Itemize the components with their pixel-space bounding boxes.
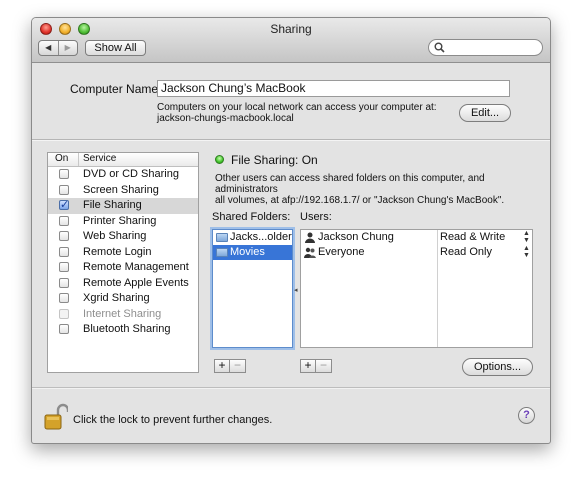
service-checkbox[interactable]: [59, 231, 69, 241]
title-bar: Sharing ◀ ▶ Show All: [32, 18, 550, 63]
services-rows: DVD or CD Sharing Screen Sharing ✓ File Sha…: [48, 167, 198, 338]
shared-folder-name: Movies: [230, 246, 265, 258]
user-row[interactable]: Jackson Chung Read & Write ▲ ▼: [301, 230, 532, 245]
shared-folders-add-remove: + −: [214, 359, 246, 373]
splitter-handle[interactable]: ◂: [294, 286, 298, 294]
popup-arrows-icon[interactable]: ▲ ▼: [523, 230, 530, 244]
show-all-button[interactable]: Show All: [85, 40, 146, 56]
users-table[interactable]: Jackson Chung Read & Write ▲ ▼ Everyone Read …: [300, 229, 533, 348]
shared-folders-label: Shared Folders:: [212, 211, 291, 223]
service-checkbox[interactable]: [59, 246, 69, 257]
add-folder-button[interactable]: +: [214, 359, 230, 373]
service-row[interactable]: Remote Apple Events: [48, 276, 198, 292]
search-input[interactable]: [428, 39, 543, 56]
status-text: File Sharing: On: [231, 153, 318, 167]
users-add-remove: + −: [300, 359, 332, 373]
lock-message: Click the lock to prevent further change…: [73, 414, 273, 426]
service-name: DVD or CD Sharing: [83, 168, 179, 180]
sharing-info-line: Other users can access shared folders on…: [215, 173, 485, 195]
service-name: Remote Login: [83, 245, 152, 258]
service-row[interactable]: ✓ File Sharing: [48, 198, 198, 214]
local-hostname: jackson-chungs-macbook.local: [157, 113, 294, 124]
service-name: Internet Sharing: [83, 307, 162, 320]
help-button[interactable]: ?: [518, 407, 535, 424]
user-name: Jackson Chung: [318, 231, 394, 243]
service-row[interactable]: Printer Sharing: [48, 214, 198, 230]
users-rows: Jackson Chung Read & Write ▲ ▼ Everyone Read …: [301, 230, 532, 260]
service-row[interactable]: Web Sharing: [48, 229, 198, 245]
services-list-header: On Service: [48, 153, 198, 167]
column-header-on[interactable]: On: [55, 153, 68, 165]
computer-address-description: Computers on your local network can acce…: [157, 102, 437, 124]
service-checkbox[interactable]: [59, 184, 69, 195]
status-indicator: [215, 155, 224, 164]
service-checkbox[interactable]: [59, 277, 69, 288]
service-name: File Sharing: [83, 199, 142, 211]
service-checkbox: [59, 308, 69, 319]
folder-icon: [216, 233, 228, 242]
popup-arrows-icon[interactable]: ▲ ▼: [523, 245, 530, 259]
sharing-address-line: all volumes, at afp://192.168.1.7/ or "J…: [215, 195, 505, 206]
service-row[interactable]: Internet Sharing: [48, 307, 198, 323]
search-icon: [434, 42, 445, 53]
permission-popup[interactable]: Read & Write: [440, 230, 505, 245]
service-checkbox[interactable]: [59, 169, 69, 179]
service-checkbox[interactable]: [59, 215, 69, 226]
options-button[interactable]: Options...: [462, 358, 533, 376]
shared-folders-rows: Jacks...older Movies: [213, 230, 292, 260]
add-user-button[interactable]: +: [300, 359, 316, 373]
sharing-window: Sharing ◀ ▶ Show All Computer Name: Jack…: [31, 17, 551, 444]
users-label: Users:: [300, 211, 332, 223]
permission-popup[interactable]: Read Only: [440, 245, 492, 260]
service-checkbox[interactable]: [59, 293, 69, 303]
computer-name-field[interactable]: Jackson Chung’s MacBook: [157, 80, 510, 97]
address-description-line: Computers on your local network can acce…: [157, 102, 437, 113]
user-name: Everyone: [318, 246, 365, 258]
column-separator: [78, 153, 79, 166]
service-checkbox[interactable]: [59, 262, 69, 272]
user-row[interactable]: Everyone Read Only ▲ ▼: [301, 245, 532, 260]
shared-folder-row[interactable]: Jacks...older: [213, 230, 292, 245]
shared-folder-name: Jacks...older: [230, 231, 292, 243]
lock-icon[interactable]: [44, 403, 70, 434]
service-name: Bluetooth Sharing: [83, 323, 171, 335]
divider: [32, 139, 550, 140]
back-button[interactable]: ◀: [39, 41, 58, 55]
service-row[interactable]: Bluetooth Sharing: [48, 322, 198, 338]
divider: [32, 387, 550, 388]
services-list: On Service DVD or CD Sharing Screen Shari…: [47, 152, 199, 373]
computer-name-label: Computer Name:: [70, 82, 162, 96]
window-title: Sharing: [270, 22, 312, 36]
service-name: Web Sharing: [83, 230, 147, 242]
service-name: Screen Sharing: [83, 183, 159, 196]
service-name: Remote Apple Events: [83, 276, 189, 289]
service-name: Remote Management: [83, 261, 189, 273]
sharing-info: Other users can access shared folders on…: [215, 173, 535, 206]
service-row[interactable]: Xgrid Sharing: [48, 291, 198, 307]
group-icon: [304, 247, 316, 258]
shared-folders-list[interactable]: Jacks...older Movies: [212, 229, 293, 348]
service-row[interactable]: Remote Login: [48, 245, 198, 261]
service-checkbox[interactable]: [59, 324, 69, 334]
edit-button[interactable]: Edit...: [459, 104, 511, 122]
forward-button[interactable]: ▶: [57, 41, 78, 55]
service-name: Xgrid Sharing: [83, 292, 150, 304]
service-name: Printer Sharing: [83, 214, 157, 227]
remove-folder-button[interactable]: −: [230, 359, 246, 373]
service-row[interactable]: DVD or CD Sharing: [48, 167, 198, 183]
remove-user-button[interactable]: −: [316, 359, 332, 373]
service-row[interactable]: Screen Sharing: [48, 183, 198, 199]
user-icon: [304, 232, 316, 243]
back-forward-control: ◀ ▶: [38, 40, 78, 56]
folder-icon: [216, 248, 228, 257]
column-header-service[interactable]: Service: [83, 153, 116, 165]
service-row[interactable]: Remote Management: [48, 260, 198, 276]
shared-folder-row[interactable]: Movies: [213, 245, 292, 260]
service-checkbox[interactable]: ✓: [59, 200, 69, 211]
